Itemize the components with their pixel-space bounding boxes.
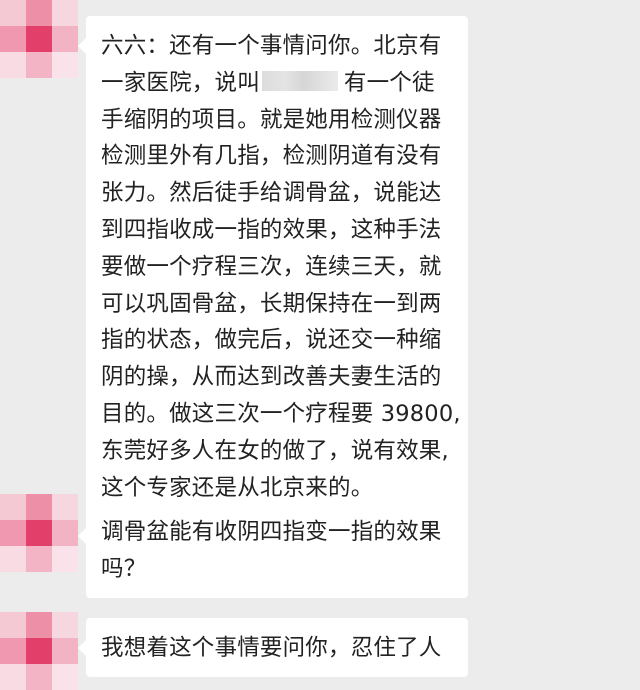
- message-text-line: 我想着这个事情要问你，忍住了人: [101, 635, 442, 661]
- avatar[interactable]: [0, 494, 78, 572]
- message-text-segment: 一家医院，说叫: [101, 69, 260, 96]
- message-bubble: 我想着这个事情要问你，忍住了人: [78, 618, 468, 677]
- message-text-line: 目的。做这三次一个疗程要 39800,: [101, 400, 461, 427]
- message-text-line: 一家医院，说叫 有一个徒: [101, 65, 454, 102]
- message-text-line: 检测里外有几指，检测阴道有没有: [101, 143, 442, 170]
- message-text-line: 这个专家还是从北京来的。: [101, 474, 374, 501]
- message-bubble: 调骨盆能有收阴四指变一指的效果 吗？: [78, 506, 468, 598]
- message-bubble: 六六：还有一个事情问你。北京有 一家医院，说叫 有一个徒 手缩阴的项目。就是她用检…: [78, 16, 468, 517]
- message-text-line: 调骨盆能有收阴四指变一指的效果: [101, 519, 442, 545]
- message-text-line: 到四指收成一指的效果，这种手法: [101, 216, 442, 243]
- message-text-line: 张力。然后徒手给调骨盆，说能达: [101, 180, 442, 207]
- avatar[interactable]: [0, 612, 78, 690]
- message-text-line: 可以巩固骨盆，长期保持在一到两: [101, 290, 442, 317]
- message-text-line: 六六：还有一个事情问你。北京有: [101, 33, 442, 59]
- message-text-line: 吗？: [101, 555, 147, 582]
- message-text-line: 要做一个疗程三次，连续三天，就: [101, 253, 442, 280]
- redacted-text: [261, 71, 338, 92]
- message-text-line: 指的状态，做完后，说还交一种缩: [101, 327, 442, 354]
- message-text-line: 手缩阴的项目。就是她用检测仪器: [101, 106, 442, 133]
- message-text-line: 阴的操，从而达到改善夫妻生活的: [101, 364, 442, 391]
- message-text-segment: 有一个徒: [343, 69, 435, 96]
- avatar[interactable]: [0, 0, 78, 78]
- message-text-line: 东莞好多人在女的做了，说有效果,: [101, 437, 449, 464]
